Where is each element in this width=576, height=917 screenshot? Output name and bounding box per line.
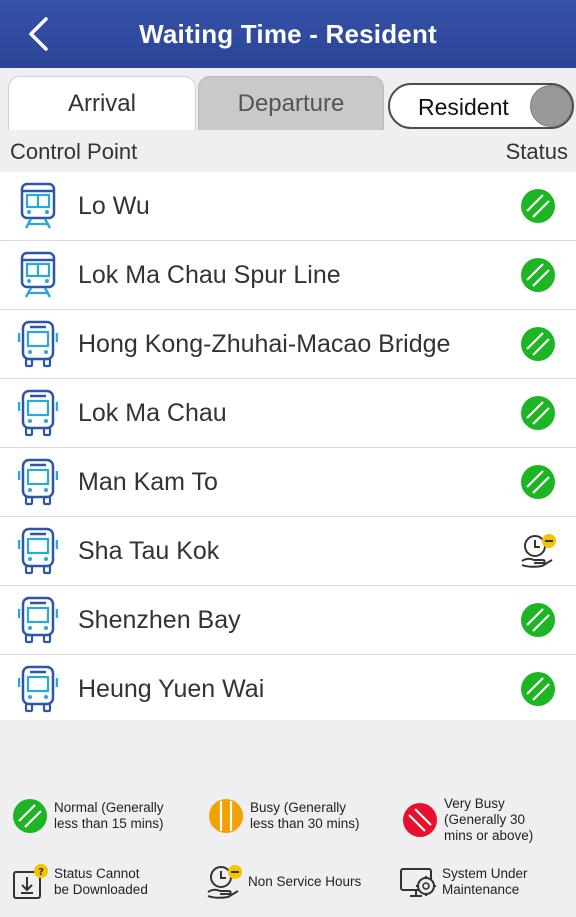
toggle-label: Resident xyxy=(418,94,509,120)
resident-toggle[interactable]: Resident xyxy=(388,83,574,129)
bus-icon xyxy=(18,665,58,713)
clock-hand-icon xyxy=(521,534,556,568)
chevron-left-icon xyxy=(29,17,48,51)
control-point-heading: Control Point xyxy=(10,139,138,164)
control-point-row[interactable]: Sha Tau Kok xyxy=(0,517,576,586)
app-header: Waiting Time - Resident xyxy=(0,0,576,68)
control-point-row[interactable]: Hong Kong-Zhuhai-Macao Bridge xyxy=(0,310,576,379)
status-busy-icon xyxy=(209,799,243,833)
control-point-name: Lok Ma Chau Spur Line xyxy=(78,261,341,289)
clock-hand-icon xyxy=(207,865,242,899)
bus-icon xyxy=(18,458,58,506)
legend-normal-text: Normal (Generally less than 15 mins) xyxy=(54,800,164,831)
legend-very-busy: Very Busy (Generally 30 mins or above) xyxy=(402,796,576,844)
tab-arrival[interactable]: Arrival xyxy=(8,76,196,130)
legend: Normal (Generally less than 15 mins) Bus… xyxy=(0,720,576,917)
train-icon xyxy=(20,251,56,298)
status-normal-icon xyxy=(13,799,47,833)
legend-very-busy-text: Very Busy (Generally 30 mins or above) xyxy=(444,796,534,843)
status-normal-icon xyxy=(521,396,555,430)
control-point-row[interactable]: Heung Yuen Wai xyxy=(0,655,576,724)
legend-non-service: Non Service Hours xyxy=(206,864,388,900)
status-normal-icon xyxy=(521,672,555,706)
toggle-knob xyxy=(530,85,572,127)
status-normal-icon xyxy=(521,258,555,292)
legend-non-service-text: Non Service Hours xyxy=(248,874,362,889)
control-point-row[interactable]: Shenzhen Bay xyxy=(0,586,576,655)
bus-icon xyxy=(18,596,58,644)
back-button[interactable] xyxy=(26,14,66,54)
legend-cannot-download: ? Status Cannot be Downloaded xyxy=(12,864,194,900)
train-icon xyxy=(20,182,56,229)
tab-departure[interactable]: Departure xyxy=(198,76,384,130)
status-heading: Status xyxy=(505,139,568,164)
status-very-busy-icon xyxy=(403,803,437,837)
control-point-name: Sha Tau Kok xyxy=(78,537,220,565)
status-normal-icon xyxy=(521,189,555,223)
column-header: Control Point Status xyxy=(0,130,576,172)
control-point-name: Lok Ma Chau xyxy=(78,399,227,427)
control-point-name: Shenzhen Bay xyxy=(78,606,241,634)
download-warning-icon: ? xyxy=(13,864,48,899)
status-normal-icon xyxy=(521,465,555,499)
control-point-name: Heung Yuen Wai xyxy=(78,675,265,703)
bus-icon xyxy=(18,389,58,437)
control-point-row[interactable]: Lok Ma Chau Spur Line xyxy=(0,241,576,310)
legend-maintenance-text: System Under Maintenance xyxy=(442,866,528,897)
page-title: Waiting Time - Resident xyxy=(139,18,437,49)
tab-bar: Arrival Departure Resident xyxy=(0,68,576,130)
status-normal-icon xyxy=(521,603,555,637)
bus-icon xyxy=(18,320,58,368)
bus-icon xyxy=(18,527,58,575)
control-point-name: Man Kam To xyxy=(78,468,218,496)
legend-maintenance: System Under Maintenance xyxy=(400,864,576,900)
legend-cannot-download-text: Status Cannot be Downloaded xyxy=(54,866,148,897)
monitor-gear-icon xyxy=(400,868,436,897)
legend-busy: Busy (Generally less than 30 mins) xyxy=(208,798,390,834)
control-point-row[interactable]: Lok Ma Chau xyxy=(0,379,576,448)
control-point-row[interactable]: Lo Wu xyxy=(0,172,576,241)
status-normal-icon xyxy=(521,327,555,361)
legend-busy-text: Busy (Generally less than 30 mins) xyxy=(250,800,360,831)
control-point-row[interactable]: Man Kam To xyxy=(0,448,576,517)
svg-text:?: ? xyxy=(38,867,44,878)
control-point-name: Hong Kong-Zhuhai-Macao Bridge xyxy=(78,330,451,358)
legend-normal: Normal (Generally less than 15 mins) xyxy=(12,798,194,834)
control-point-list: Lo Wu Lok Ma Chau Spur Line Hong Kong-Zh… xyxy=(0,172,576,724)
control-point-name: Lo Wu xyxy=(78,192,150,220)
